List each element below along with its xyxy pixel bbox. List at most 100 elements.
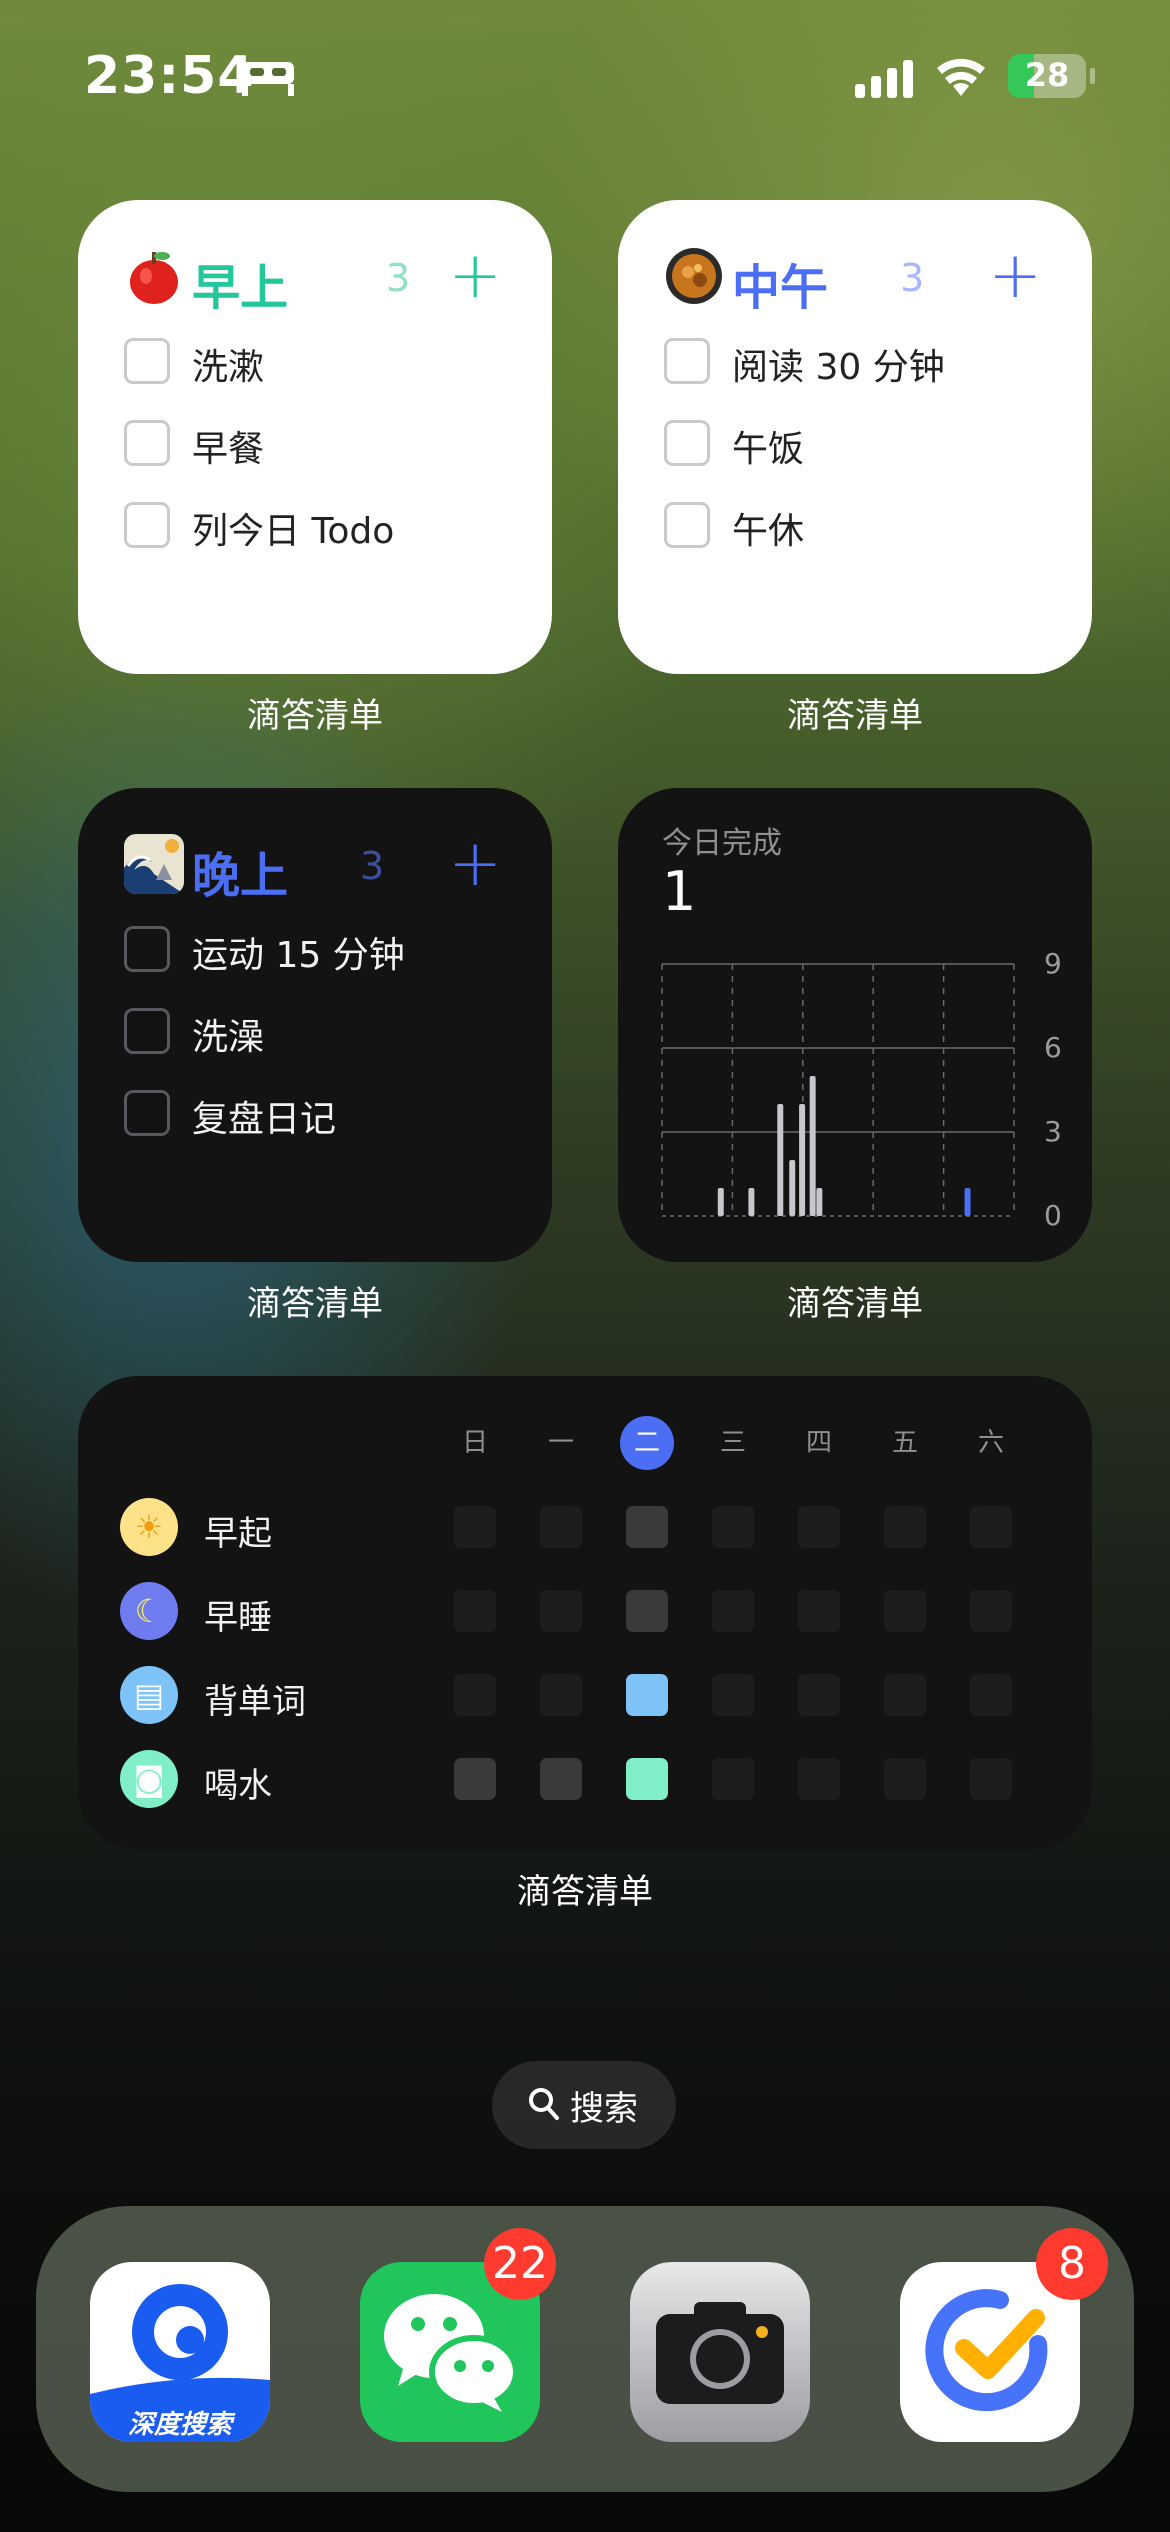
habit-day-cell[interactable] [540,1590,582,1632]
task-item[interactable]: 洗澡 [124,1000,524,1060]
task-count: 3 [900,256,925,300]
chart-bar [748,1188,755,1216]
task-item[interactable]: 运动 15 分钟 [124,918,524,978]
search-icon [529,2088,559,2120]
list-title: 中午 [732,260,829,316]
task-item[interactable]: 列今日 Todo [124,494,524,554]
habit-name: 背单词 [204,1682,306,1722]
wifi-icon [937,58,985,96]
moon-sleep-icon: ☾ [120,1582,178,1640]
habit-day-cell[interactable] [626,1674,668,1716]
task-checkbox[interactable] [124,926,170,972]
widget-evening-list[interactable]: 晚上 3 + 运动 15 分钟 洗澡 复盘日记 [78,788,552,1262]
dock: 深度搜索 22 8 [36,2206,1134,2492]
widget-completion-stats[interactable]: 今日完成 1 9630 [618,788,1092,1262]
chart-bar [809,1076,816,1216]
habit-day-cell[interactable] [884,1758,926,1800]
chart-y-tick: 6 [1044,1031,1062,1064]
habit-day-cell[interactable] [970,1590,1012,1632]
weekday-header: 五 [891,1428,918,1458]
habit-day-cell[interactable] [540,1506,582,1548]
chart-bar [789,1160,796,1216]
habit-day-cell[interactable] [798,1758,840,1800]
task-checkbox[interactable] [124,1090,170,1136]
sun-icon: ☀ [120,1498,178,1556]
habit-day-cell[interactable] [454,1506,496,1548]
habit-day-cell[interactable] [712,1506,754,1548]
spotlight-search-button[interactable]: 搜索 [492,2061,676,2149]
add-task-button[interactable]: + [448,244,502,308]
deep-search-app[interactable]: 深度搜索 [90,2262,270,2442]
food-bowl-icon [666,248,722,304]
task-checkbox[interactable] [124,420,170,466]
task-title: 午饭 [732,429,805,470]
battery-cap [1090,68,1095,84]
list-title: 早上 [192,260,289,316]
widget-caption: 滴答清单 [787,1284,923,1324]
task-title: 洗漱 [192,347,265,388]
habit-day-cell[interactable] [454,1590,496,1632]
task-item[interactable]: 阅读 30 分钟 [664,330,1064,390]
habit-day-cell[interactable] [884,1590,926,1632]
task-title: 列今日 Todo [192,511,395,552]
task-checkbox[interactable] [124,1008,170,1054]
chart-bar [964,1188,971,1216]
status-time: 23:54 [84,46,255,106]
habit-day-cell[interactable] [798,1674,840,1716]
habit-day-cell[interactable] [454,1758,496,1800]
widget-habit-tracker[interactable]: 日 一 二 三 四 五 六 ☀ 早起 ☾ 早睡 ▤ 背单词 ◙ 喝水 [78,1376,1092,1850]
add-task-button[interactable]: + [448,832,502,896]
habit-day-cell[interactable] [626,1590,668,1632]
chart-bar [717,1188,724,1216]
habit-day-cell[interactable] [970,1674,1012,1716]
habit-day-cell[interactable] [540,1758,582,1800]
task-checkbox[interactable] [124,338,170,384]
weekday-header: 四 [805,1428,832,1458]
widget-caption: 滴答清单 [247,1284,383,1324]
habit-day-cell[interactable] [798,1590,840,1632]
chart-bar [816,1188,823,1216]
weekday-header: 一 [547,1428,574,1458]
weekday-header: 六 [977,1428,1004,1458]
task-checkbox[interactable] [664,420,710,466]
widget-caption: 滴答清单 [517,1872,653,1912]
task-item[interactable]: 午饭 [664,412,1064,472]
task-item[interactable]: 洗漱 [124,330,524,390]
task-item[interactable]: 早餐 [124,412,524,472]
list-title: 晚上 [192,848,289,904]
camera-app[interactable] [630,2262,810,2442]
chart-bar [777,1104,784,1216]
widget-caption: 滴答清单 [247,696,383,736]
task-title: 复盘日记 [192,1099,337,1140]
habit-day-cell[interactable] [798,1506,840,1548]
habit-day-cell[interactable] [454,1674,496,1716]
habit-day-cell[interactable] [712,1590,754,1632]
chart-y-tick: 0 [1044,1199,1062,1232]
chart-bar [799,1104,806,1216]
habit-day-cell[interactable] [712,1674,754,1716]
task-title: 运动 15 分钟 [192,935,405,976]
task-checkbox[interactable] [664,502,710,548]
task-checkbox[interactable] [664,338,710,384]
add-task-button[interactable]: + [988,244,1042,308]
widget-morning-list[interactable]: 早上 3 + 洗漱 早餐 列今日 Todo [78,200,552,674]
task-checkbox[interactable] [124,502,170,548]
status-bar: 23:54 28 [0,0,1170,150]
habit-day-cell[interactable] [970,1506,1012,1548]
habit-day-cell[interactable] [884,1674,926,1716]
habit-day-cell[interactable] [540,1674,582,1716]
weekday-header-current: 二 [620,1416,674,1470]
habit-day-cell[interactable] [884,1506,926,1548]
habit-day-cell[interactable] [970,1758,1012,1800]
task-item[interactable]: 复盘日记 [124,1082,524,1142]
weekday-header: 日 [461,1428,488,1458]
weekday-header: 三 [719,1428,746,1458]
task-title: 洗澡 [192,1017,265,1058]
habit-day-cell[interactable] [626,1506,668,1548]
habit-day-cell[interactable] [626,1758,668,1800]
task-item[interactable]: 午休 [664,494,1064,554]
sleep-focus-icon [242,62,294,96]
widget-noon-list[interactable]: 中午 3 + 阅读 30 分钟 午饭 午休 [618,200,1092,674]
task-count: 3 [386,256,411,300]
habit-day-cell[interactable] [712,1758,754,1800]
